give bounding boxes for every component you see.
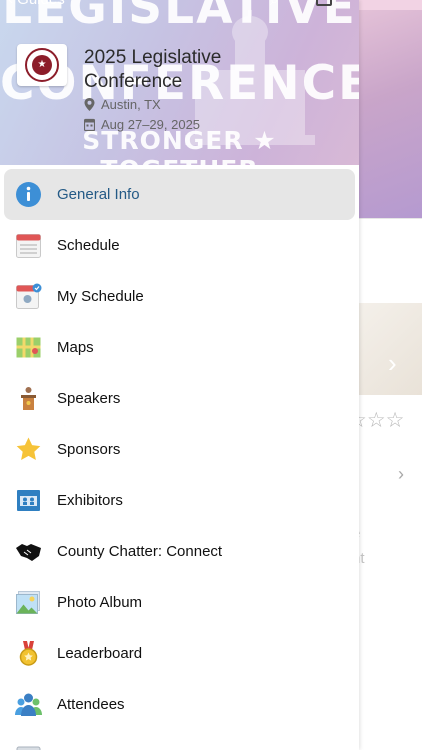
drawer-menu: General Info Schedule My Schedule Maps S… [0, 165, 359, 750]
menu-item-label: Speakers [57, 390, 121, 407]
side-drawer: LEGISLATIVE CONFERENCE STRONGER ★ TOGETH… [0, 0, 359, 750]
menu-item-attendees[interactable]: Attendees [0, 679, 359, 730]
chevron-right-icon[interactable]: › [388, 350, 397, 376]
photo-icon [15, 589, 42, 616]
location-row: Austin, TX [84, 97, 161, 112]
dates-row: Aug 27–29, 2025 [84, 117, 200, 132]
people-icon [15, 691, 42, 718]
medal-icon [15, 640, 42, 667]
info-icon [15, 181, 42, 208]
menu-item-label: County Chatter: Connect [57, 543, 223, 560]
menu-item-label: Schedule [57, 237, 120, 254]
chevron-right-icon[interactable]: › [398, 464, 404, 485]
menu-item-label: Exhibitors [57, 492, 123, 509]
mail-icon [15, 742, 42, 750]
menu-item-schedule[interactable]: Schedule [0, 220, 359, 271]
seal-icon: ★ [25, 48, 59, 82]
podium-icon [15, 385, 42, 412]
menu-item-label: My Schedule [57, 288, 144, 305]
menu-item-maps[interactable]: Maps [0, 322, 359, 373]
calendar-icon [15, 232, 42, 259]
back-button[interactable]: ‹ Guides [8, 0, 65, 8]
location-text: Austin, TX [101, 97, 161, 112]
menu-item-general-info[interactable]: General Info [4, 169, 355, 220]
menu-item-sponsors[interactable]: Sponsors [0, 424, 359, 475]
menu-item-leaderboard[interactable]: Leaderboard [0, 628, 359, 679]
menu-item-label: Leaderboard [57, 645, 143, 662]
menu-item-label: Sponsors [57, 441, 121, 458]
handshake-icon [15, 538, 42, 565]
search-icon[interactable]: ⌕ [270, 0, 278, 9]
share-icon[interactable] [316, 0, 332, 6]
drawer-header: LEGISLATIVE CONFERENCE STRONGER ★ TOGETH… [0, 0, 359, 165]
conference-title: 2025 Legislative Conference [84, 47, 222, 92]
menu-item-label: General Info [57, 186, 140, 203]
menu-item-label: Attendees [57, 696, 125, 713]
menu-item-label: Maps [57, 339, 94, 356]
menu-item-speakers[interactable]: Speakers [0, 373, 359, 424]
calendar-small-icon [84, 118, 95, 131]
location-pin-icon [84, 98, 95, 111]
dates-text: Aug 27–29, 2025 [101, 117, 201, 132]
menu-item-my-schedule[interactable]: My Schedule [0, 271, 359, 322]
star-icon [15, 436, 42, 463]
map-icon [15, 334, 42, 361]
menu-item-photo-album[interactable]: Photo Album [0, 577, 359, 628]
booth-icon [15, 487, 42, 514]
menu-item-partial[interactable] [0, 730, 359, 750]
menu-item-label: Photo Album [57, 594, 143, 611]
my-calendar-icon [15, 283, 42, 310]
menu-item-exhibitors[interactable]: Exhibitors [0, 475, 359, 526]
menu-item-county-chatter[interactable]: County Chatter: Connect [0, 526, 359, 577]
background-divider [359, 218, 422, 219]
conference-logo: ★ [17, 44, 67, 86]
